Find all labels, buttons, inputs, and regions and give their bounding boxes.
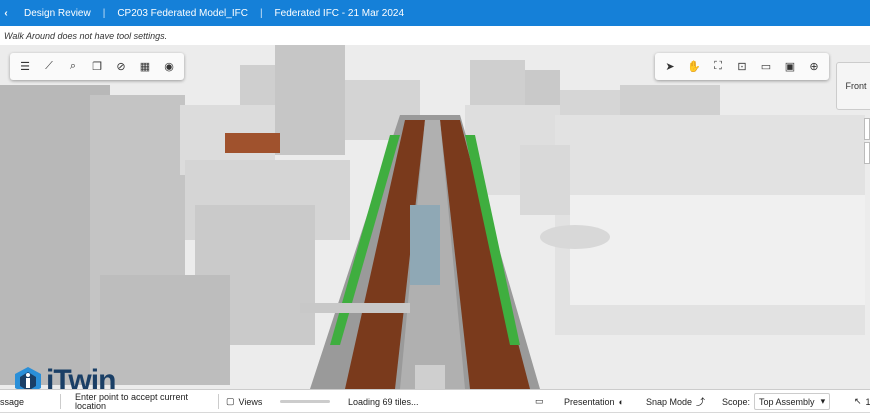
breadcrumb-model[interactable]: CP203 Federated Model_IFC <box>105 8 260 19</box>
tool-prompt-text: Enter point to accept current location <box>75 391 189 411</box>
tile-loading-status: Loading 69 tiles... <box>348 390 419 413</box>
scope-label: Scope: <box>722 396 751 407</box>
toolbar-left: ☰ ⟋ ⌕ ❐ ⊘ ▦ ◉ <box>10 53 184 80</box>
views-icon: ▢ <box>226 396 235 406</box>
zoom-icon[interactable]: ⊕ <box>805 58 823 76</box>
messages-button[interactable]: ssage <box>0 390 24 413</box>
snap-mode-label: Snap Mode <box>646 396 693 407</box>
toolbar-right: ➤ ✋ ⛶ ⊡ ▭ ▣ ⊕ <box>655 53 829 80</box>
presentation-label: Presentation <box>564 396 615 407</box>
chevron-down-icon: ▾ <box>820 396 826 406</box>
cursor-icon: ↖ <box>854 396 862 406</box>
views-label: Views <box>238 396 263 407</box>
window-area-icon[interactable]: ▭ <box>757 58 775 76</box>
status-bar: ssage Enter point to accept current loca… <box>0 389 870 412</box>
isolate-icon[interactable]: ▦ <box>136 58 154 76</box>
menu-icon[interactable]: ☰ <box>16 58 34 76</box>
3d-viewport[interactable]: ☰ ⟋ ⌕ ❐ ⊘ ▦ ◉ ➤ ✋ ⛶ ⊡ ▭ ▣ ⊕ <box>0 45 870 389</box>
hide-icon[interactable]: ⊘ <box>112 58 130 76</box>
tool-prompt: Enter point to accept current location <box>75 390 215 413</box>
measure-icon[interactable]: ⟋ <box>40 58 58 76</box>
selection-count[interactable]: ↖ 1 <box>854 390 870 413</box>
snap-mode-icon: ⤴ <box>696 397 706 407</box>
presentation-icon: ◐ <box>618 396 624 407</box>
pan-hand-icon[interactable]: ✋ <box>685 58 703 76</box>
presentation-button[interactable]: Presentation ◐ <box>564 390 624 413</box>
panel-tab[interactable] <box>864 118 870 140</box>
visibility-icon[interactable]: ◉ <box>160 58 178 76</box>
view-cube-face-label: Front <box>845 81 867 91</box>
selection-count-value: 1 <box>865 396 870 407</box>
copy-icon[interactable]: ❐ <box>88 58 106 76</box>
zoom-window-icon[interactable]: ⊡ <box>733 58 751 76</box>
app-header: ‹ Design Review | CP203 Federated Model_… <box>0 0 870 26</box>
divider <box>218 394 219 409</box>
keyboard-icon[interactable]: ▭ <box>535 390 544 413</box>
snap-mode-button[interactable]: Snap Mode ⤴ <box>646 390 705 413</box>
section-icon[interactable]: ▣ <box>781 58 799 76</box>
back-icon[interactable]: ‹ <box>0 0 12 26</box>
breadcrumb-version[interactable]: Federated IFC - 21 Mar 2024 <box>263 8 417 19</box>
tool-settings-bar: Walk Around does not have tool settings. <box>0 26 870 45</box>
tool-settings-message: Walk Around does not have tool settings. <box>4 30 168 41</box>
search-icon[interactable]: ⌕ <box>64 58 82 76</box>
scope-select[interactable]: Top Assembly ▾ <box>754 393 831 410</box>
scope-value: Top Assembly <box>759 396 815 407</box>
progress-bar <box>280 400 330 403</box>
panel-tab[interactable] <box>864 142 870 164</box>
loading-progress <box>280 390 330 413</box>
views-button[interactable]: ▢ Views <box>226 390 262 413</box>
breadcrumb-design-review[interactable]: Design Review <box>12 8 103 19</box>
city-model-render <box>0 45 870 389</box>
messages-label: ssage <box>0 396 25 407</box>
select-icon[interactable]: ➤ <box>661 58 679 76</box>
tile-loading-text: Loading 69 tiles... <box>348 396 419 407</box>
fit-view-icon[interactable]: ⛶ <box>709 58 727 76</box>
scope-control: Scope: Top Assembly ▾ <box>722 390 831 413</box>
divider <box>60 394 61 409</box>
view-cube[interactable]: Front <box>836 62 870 110</box>
